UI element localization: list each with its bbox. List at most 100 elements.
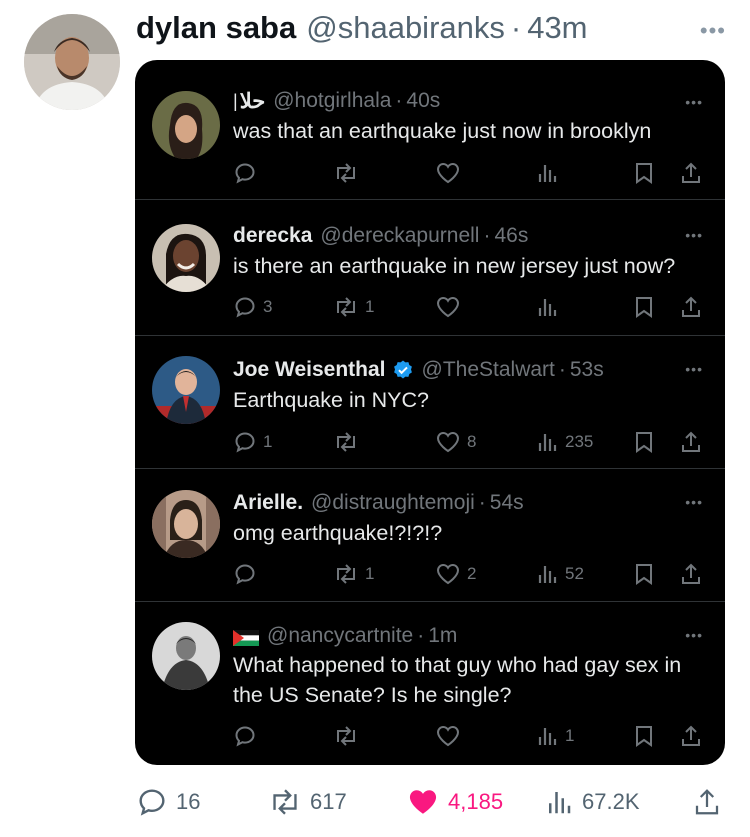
reply-author-handle[interactable]: @dereckapurnell — [320, 224, 479, 248]
reply-author-handle[interactable]: @nancycartnite — [267, 624, 413, 648]
views-button[interactable]: 67.2K — [544, 785, 640, 819]
user-avatar-photo — [152, 356, 220, 424]
share-button[interactable] — [679, 159, 703, 187]
bookmark-icon — [636, 297, 652, 318]
separator-dot: · — [478, 491, 486, 514]
repost-button[interactable]: 1 — [333, 560, 374, 588]
user-avatar-photo — [152, 490, 220, 558]
reply-author-name[interactable]: derecka — [233, 224, 312, 248]
bookmark-button[interactable] — [633, 428, 655, 456]
like-button[interactable]: 8 — [435, 428, 476, 456]
share-button[interactable] — [692, 785, 722, 819]
reply-actions: 1 2 52 — [233, 560, 703, 588]
reply-author-handle[interactable]: @distraughtemoji — [311, 491, 475, 515]
share-button[interactable] — [679, 428, 703, 456]
views-button[interactable]: 235 — [535, 428, 593, 456]
more-options-icon[interactable]: ••• — [685, 494, 703, 510]
reply-button[interactable] — [233, 560, 263, 588]
reply-author-name[interactable]: حلا — [240, 89, 266, 114]
tweet-action-bar: 16 617 4,185 67.2K — [136, 785, 730, 819]
repost-button[interactable]: 1 — [333, 293, 374, 321]
repost-icon — [337, 432, 355, 452]
views-icon — [538, 566, 557, 583]
bookmark-button[interactable] — [633, 722, 655, 750]
author-avatar[interactable] — [24, 14, 120, 110]
reply-actions: 1 — [233, 722, 703, 750]
views-button[interactable]: 1 — [535, 722, 574, 750]
repost-button[interactable] — [333, 722, 365, 750]
share-button[interactable] — [679, 293, 703, 321]
like-count: 2 — [467, 564, 477, 583]
bookmark-button[interactable] — [633, 159, 655, 187]
more-options-icon[interactable]: ••• — [685, 94, 703, 110]
like-button[interactable] — [435, 293, 467, 321]
views-button[interactable] — [535, 159, 565, 187]
reply-button[interactable]: 16 — [136, 785, 200, 819]
more-options-icon[interactable]: ••• — [700, 18, 726, 44]
reply-avatar[interactable] — [152, 490, 220, 558]
bookmark-button[interactable] — [633, 293, 655, 321]
like-button[interactable]: 2 — [435, 560, 476, 588]
repost-icon — [337, 163, 355, 183]
bookmark-button[interactable] — [633, 560, 655, 588]
reply-header: | حلا @hotgirlhala · 40s — [233, 89, 441, 114]
separator-dot: · — [395, 89, 403, 112]
repost-count: 617 — [310, 789, 347, 814]
reply-timestamp[interactable]: 1m — [428, 624, 457, 648]
author-name[interactable]: dylan saba — [136, 10, 296, 46]
author-handle[interactable]: @shaabiranks — [306, 10, 505, 46]
like-button[interactable]: 4,185 — [406, 785, 503, 819]
reply-item: Arielle. @distraughtemoji · 54s ••• omg … — [135, 469, 725, 602]
heart-icon — [436, 296, 460, 318]
reply-item: @nancycartnite · 1m ••• What happened to… — [135, 602, 725, 765]
share-button[interactable] — [679, 722, 703, 750]
tweet-timestamp[interactable]: 43m — [527, 10, 587, 46]
views-icon — [538, 165, 557, 182]
reply-timestamp[interactable]: 53s — [570, 358, 604, 382]
like-button[interactable] — [435, 722, 467, 750]
reply-timestamp[interactable]: 46s — [494, 224, 528, 248]
repost-button[interactable] — [333, 159, 365, 187]
reply-timestamp[interactable]: 54s — [490, 491, 524, 515]
reply-timestamp[interactable]: 40s — [406, 89, 440, 113]
reply-header: @nancycartnite · 1m — [233, 622, 685, 650]
repost-button[interactable]: 617 — [268, 785, 347, 819]
reply-actions: 1 8 235 — [233, 428, 703, 456]
user-avatar-photo — [152, 622, 220, 690]
share-icon — [695, 789, 719, 815]
more-options-icon[interactable]: ••• — [685, 227, 703, 243]
views-button[interactable]: 52 — [535, 560, 584, 588]
reply-header: Joe Weisenthal @TheStalwart · 53s — [233, 356, 685, 384]
more-options-icon[interactable]: ••• — [685, 627, 703, 643]
reply-author-handle[interactable]: @TheStalwart — [422, 358, 555, 382]
views-button[interactable] — [535, 293, 565, 321]
reply-text: What happened to that guy who had gay se… — [233, 653, 682, 707]
repost-button[interactable] — [333, 428, 365, 456]
reply-avatar[interactable] — [152, 91, 220, 159]
user-avatar-photo — [152, 224, 220, 292]
reply-actions — [233, 159, 703, 187]
reply-author-name[interactable]: Arielle. — [233, 491, 303, 515]
views-icon — [549, 792, 571, 814]
reply-avatar[interactable] — [152, 356, 220, 424]
more-options-icon[interactable]: ••• — [685, 361, 703, 377]
reply-actions: 3 1 — [233, 293, 703, 321]
embedded-screenshot[interactable]: | حلا @hotgirlhala · 40s ••• was that an… — [135, 60, 725, 765]
reply-author-name[interactable]: Joe Weisenthal — [233, 358, 386, 382]
reply-button[interactable] — [233, 722, 263, 750]
reply-icon — [235, 163, 255, 184]
reply-count: 3 — [263, 297, 273, 316]
reply-count: 16 — [176, 789, 201, 814]
reply-avatar[interactable] — [152, 224, 220, 292]
reply-icon — [139, 789, 165, 816]
reply-button[interactable]: 1 — [233, 428, 272, 456]
user-avatar-photo — [24, 14, 120, 110]
verified-badge-icon — [392, 359, 414, 381]
reply-button[interactable] — [233, 159, 263, 187]
bookmark-icon — [636, 564, 652, 585]
reply-avatar[interactable] — [152, 622, 220, 690]
share-button[interactable] — [679, 560, 703, 588]
like-button[interactable] — [435, 159, 467, 187]
reply-author-handle[interactable]: @hotgirlhala — [273, 89, 391, 113]
reply-button[interactable]: 3 — [233, 293, 272, 321]
